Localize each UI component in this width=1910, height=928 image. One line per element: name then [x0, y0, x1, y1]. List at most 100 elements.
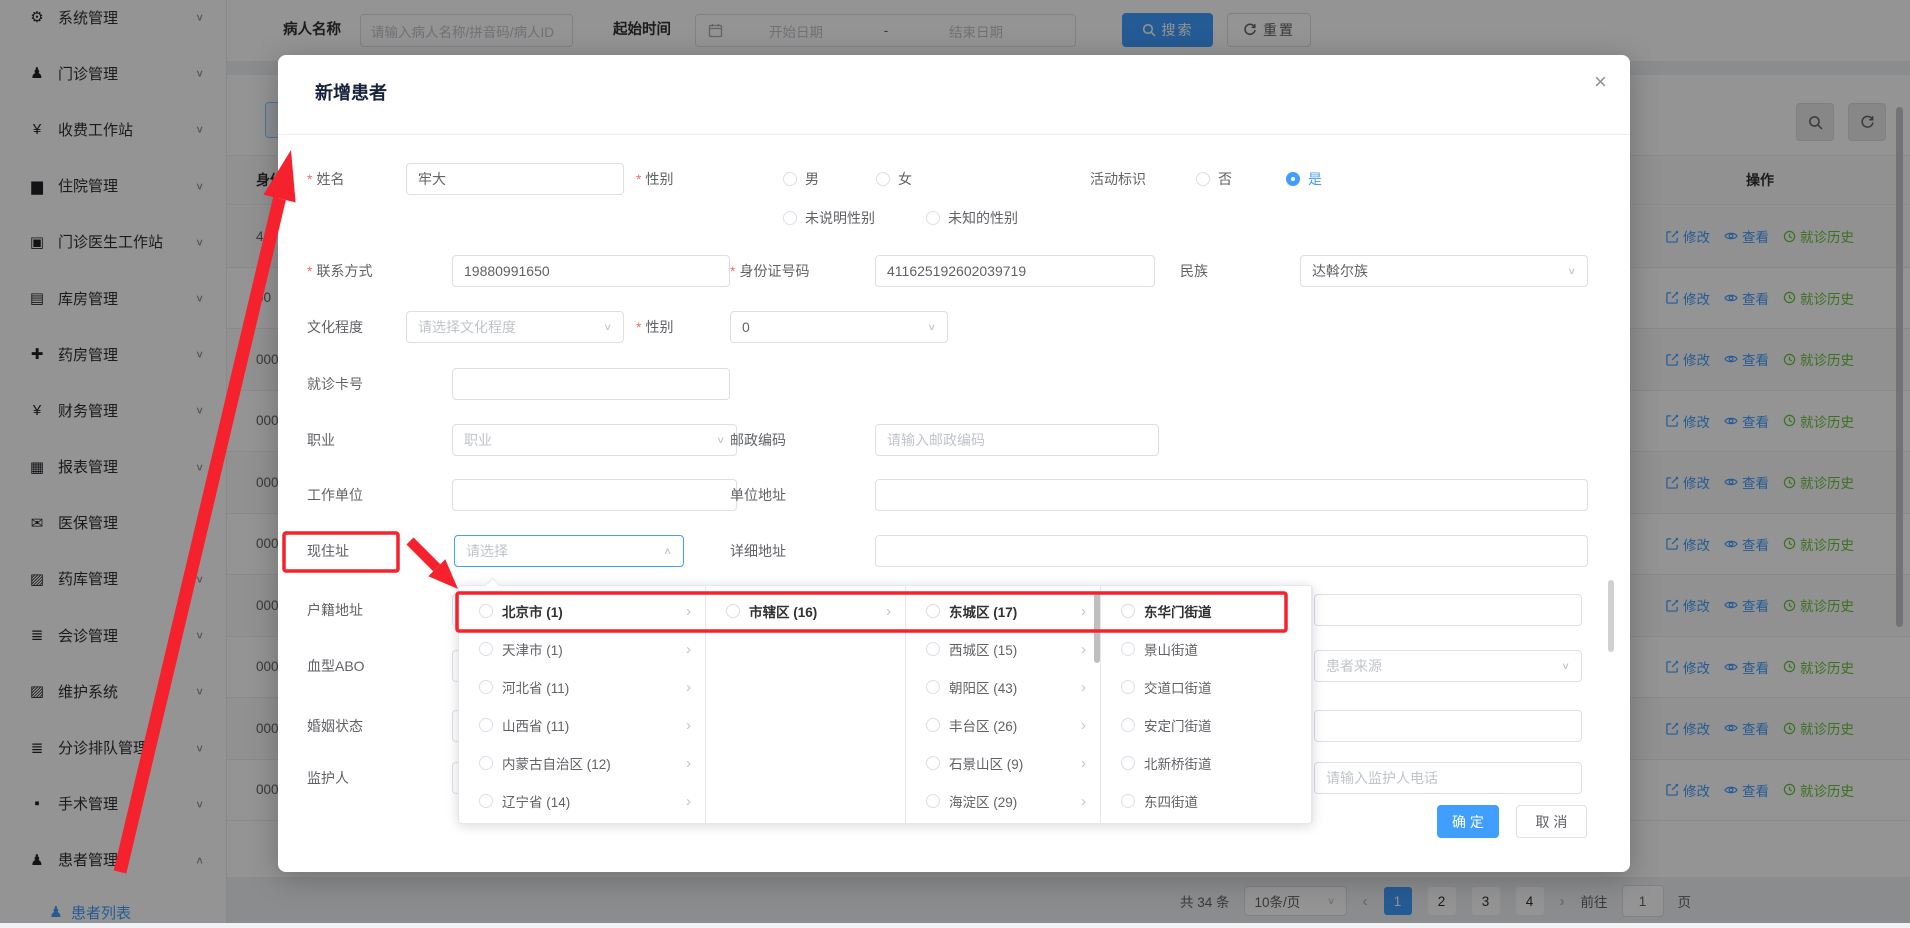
household-detail-input[interactable]	[1314, 594, 1582, 626]
unit-address-input[interactable]	[875, 479, 1588, 511]
chevron-right-icon: ›	[686, 717, 691, 734]
radio-icon	[1196, 172, 1210, 186]
radio-icon	[783, 172, 797, 186]
radio-icon	[876, 172, 890, 186]
chevron-right-icon: ›	[1081, 755, 1086, 772]
guardian-phone-input[interactable]: 请输入监护人电话	[1314, 762, 1582, 794]
patient-source-select[interactable]: 患者来源∨	[1314, 650, 1582, 682]
cascader-option[interactable]: 景山街道	[1101, 630, 1311, 668]
active-flag-label: 活动标识	[1090, 163, 1146, 195]
postcode-input[interactable]: 请输入邮政编码	[875, 424, 1159, 456]
card-no-input[interactable]	[452, 368, 730, 400]
chevron-down-icon: ∨	[1561, 660, 1570, 671]
radio-icon	[479, 680, 493, 694]
cascader-street-column: 东华门街道 景山街道 交道口街道 安定门街道 北新桥街道	[1101, 586, 1312, 823]
cascader-option[interactable]: 北京市 (1) ›	[459, 592, 705, 630]
gender-label: 性别	[636, 163, 673, 195]
radio-icon	[1121, 642, 1135, 656]
radio-icon	[783, 211, 797, 225]
household-address-label: 户籍地址	[307, 594, 363, 626]
marital-status-label: 婚姻状态	[307, 710, 363, 742]
radio-icon	[926, 211, 940, 225]
gender-code-label: 性别	[636, 311, 673, 343]
name-input[interactable]: 牢大	[406, 163, 624, 195]
chevron-right-icon: ›	[1081, 717, 1086, 734]
gender-code-select[interactable]: 0∨	[730, 311, 948, 343]
radio-icon	[1121, 756, 1135, 770]
address-cascader-dropdown: 北京市 (1) › 天津市 (1) › 河北省 (11) › 山西省 (11) …	[458, 585, 1313, 824]
unit-address-label: 单位地址	[730, 479, 786, 511]
cascader-option[interactable]: 朝阳区 (43) ›	[906, 668, 1100, 706]
work-unit-input[interactable]	[452, 479, 737, 511]
chevron-right-icon: ›	[1081, 641, 1086, 658]
radio-icon	[479, 642, 493, 656]
modal-scrollbar[interactable]	[1608, 580, 1614, 652]
modal-divider	[278, 134, 1630, 135]
occupation-select[interactable]: 职业∨	[452, 424, 737, 456]
radio-icon	[479, 718, 493, 732]
radio-icon	[926, 680, 940, 694]
cascader-option[interactable]: 东四街道	[1101, 782, 1311, 820]
ethnicity-label: 民族	[1180, 255, 1208, 287]
cascader-option[interactable]: 东华门街道	[1101, 592, 1311, 630]
cascader-scrollbar[interactable]	[1094, 593, 1100, 663]
chevron-up-icon: ∧	[663, 545, 672, 556]
radio-icon	[1121, 794, 1135, 808]
modal-title: 新增患者	[315, 79, 387, 105]
cascader-option[interactable]: 丰台区 (26) ›	[906, 706, 1100, 744]
chevron-down-icon: ∨	[716, 434, 725, 445]
gender-radio-unspecified[interactable]: 未说明性别	[783, 207, 875, 229]
ethnicity-select[interactable]: 达斡尔族∨	[1300, 255, 1588, 287]
current-address-cascader[interactable]: 请选择∧	[454, 535, 684, 567]
chevron-right-icon: ›	[686, 755, 691, 772]
guardian-label: 监护人	[307, 762, 349, 794]
radio-icon	[1121, 718, 1135, 732]
chevron-right-icon: ›	[686, 603, 691, 620]
cascader-option[interactable]: 东城区 (17) ›	[906, 592, 1100, 630]
radio-icon	[926, 642, 940, 656]
radio-icon	[1121, 680, 1135, 694]
cascader-option[interactable]: 市辖区 (16) ›	[706, 592, 905, 630]
postcode-label: 邮政编码	[730, 424, 786, 456]
radio-icon	[726, 604, 740, 618]
cascader-option[interactable]: 海淀区 (29) ›	[906, 782, 1100, 820]
gender-radio-female[interactable]: 女	[876, 163, 912, 195]
cascader-option[interactable]: 天津市 (1) ›	[459, 630, 705, 668]
close-icon[interactable]: ×	[1594, 69, 1607, 95]
chevron-down-icon: ∨	[603, 321, 612, 332]
contact-input[interactable]: 19880991650	[452, 255, 730, 287]
confirm-button[interactable]: 确 定	[1437, 805, 1499, 838]
chevron-down-icon: ∨	[927, 321, 936, 332]
radio-icon	[926, 756, 940, 770]
work-unit-label: 工作单位	[307, 479, 363, 511]
cascader-option[interactable]: 西城区 (15) ›	[906, 630, 1100, 668]
cascader-option[interactable]: 山西省 (11) ›	[459, 706, 705, 744]
contact-label: 联系方式	[307, 255, 372, 287]
id-number-input[interactable]: 411625192602039719	[875, 255, 1155, 287]
active-flag-radio-no[interactable]: 否	[1196, 163, 1232, 195]
radio-icon	[1121, 604, 1135, 618]
education-label: 文化程度	[307, 311, 363, 343]
cascader-option[interactable]: 安定门街道	[1101, 706, 1311, 744]
cascader-option[interactable]: 北新桥街道	[1101, 744, 1311, 782]
chevron-right-icon: ›	[1081, 793, 1086, 810]
cancel-button[interactable]: 取 消	[1516, 805, 1587, 838]
radio-icon	[479, 794, 493, 808]
cascader-option[interactable]: 内蒙古自治区 (12) ›	[459, 744, 705, 782]
cascader-option[interactable]: 石景山区 (9) ›	[906, 744, 1100, 782]
cascader-option[interactable]: 辽宁省 (14) ›	[459, 782, 705, 820]
chevron-right-icon: ›	[1081, 679, 1086, 696]
gender-radio-unknown[interactable]: 未知的性别	[926, 207, 1018, 229]
radio-icon	[926, 604, 940, 618]
active-flag-radio-yes[interactable]: 是	[1286, 163, 1322, 195]
name-label: 姓名	[307, 163, 344, 195]
education-select[interactable]: 请选择文化程度∨	[406, 311, 624, 343]
cascader-city-column: 市辖区 (16) ›	[706, 586, 906, 823]
cascader-option[interactable]: 交道口街道	[1101, 668, 1311, 706]
cascader-district-column: 东城区 (17) › 西城区 (15) › 朝阳区 (43) › 丰台区 (26…	[906, 586, 1101, 823]
gender-radio-male[interactable]: 男	[783, 163, 819, 195]
marital-extra-input[interactable]	[1314, 710, 1582, 742]
chevron-right-icon: ›	[686, 641, 691, 658]
detail-address-input[interactable]	[875, 535, 1588, 567]
cascader-option[interactable]: 河北省 (11) ›	[459, 668, 705, 706]
